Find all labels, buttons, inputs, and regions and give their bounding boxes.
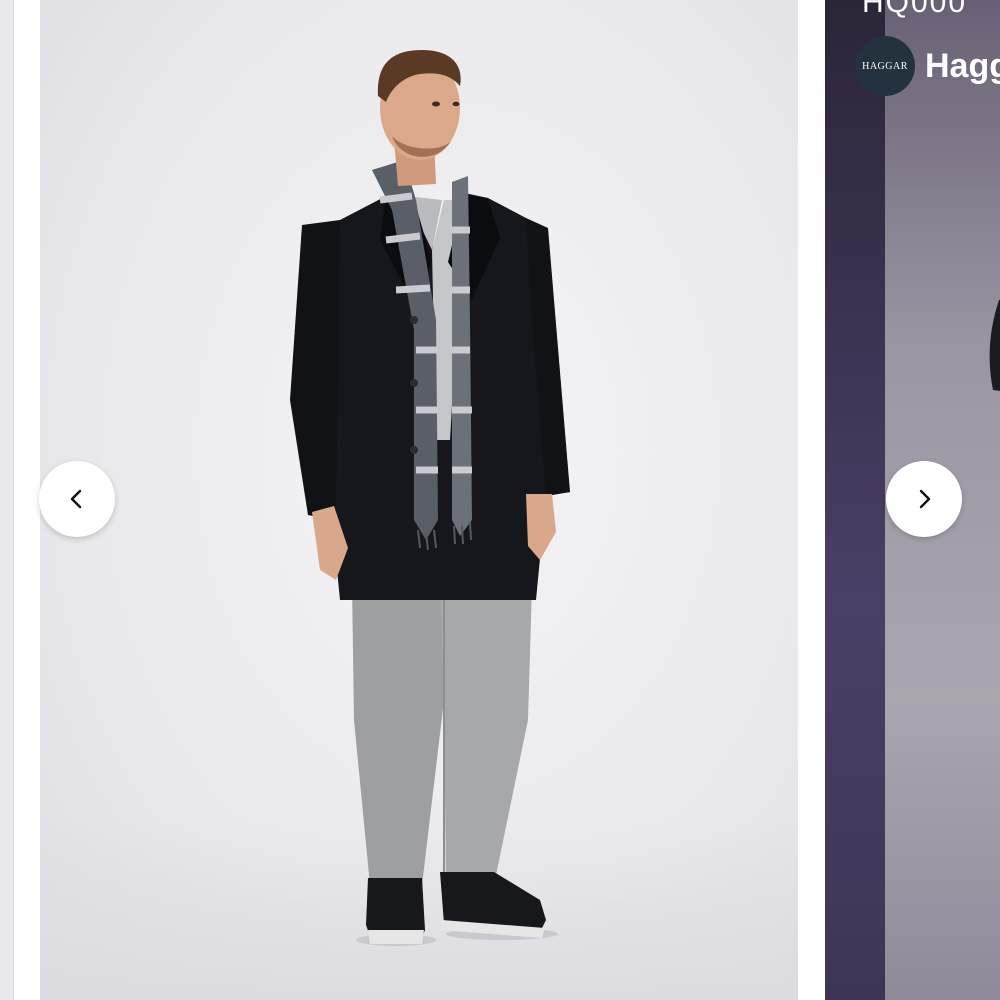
next-slide-button[interactable] bbox=[886, 461, 962, 537]
chevron-left-icon bbox=[70, 489, 82, 509]
avatar-logo-text: HAGGAR bbox=[862, 60, 908, 72]
chevron-right-icon bbox=[919, 489, 931, 509]
next-card-title: HQ000 bbox=[862, 0, 968, 19]
product-model-image bbox=[290, 50, 570, 946]
previous-slide-button[interactable] bbox=[39, 461, 115, 537]
previous-media-card[interactable] bbox=[0, 0, 14, 1000]
product-media-carousel: HQ000 HAGGAR Hagg bbox=[0, 0, 1000, 1000]
next-card-figure-edge bbox=[989, 299, 1000, 391]
creator-badge[interactable]: HAGGAR Hagg bbox=[855, 36, 1000, 96]
creator-name[interactable]: Hagg bbox=[925, 47, 1000, 86]
video-card-band bbox=[825, 0, 885, 1000]
haggar-logo-avatar[interactable]: HAGGAR bbox=[855, 36, 915, 96]
product-image-card[interactable] bbox=[40, 0, 798, 1000]
